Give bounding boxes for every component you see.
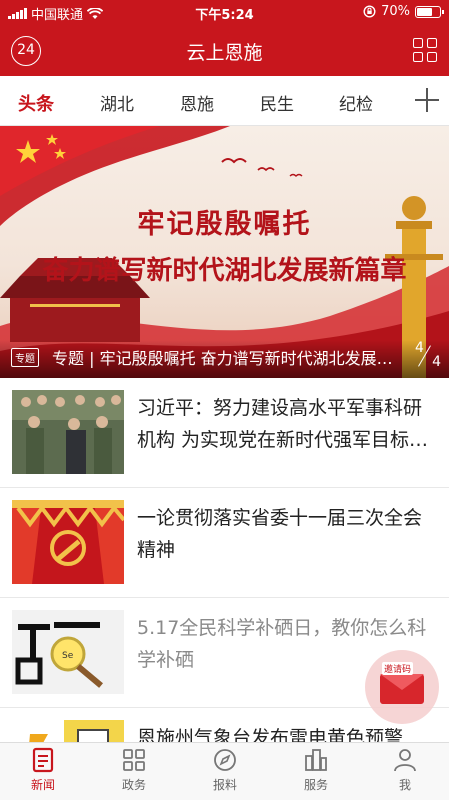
nav-services[interactable]: 服务 [281,747,351,793]
grid-apps-icon [123,749,145,771]
nav-government[interactable]: 政务 [99,747,169,793]
menu-grid-icon[interactable] [413,38,437,62]
banner-caption: 专题 | 牢记殷殷嘱托 奋力谱写新时代湖北发展新篇章 [52,349,397,368]
rotation-lock-icon [363,5,376,18]
status-bar: 中国联通 下午5:24 70% [0,0,449,26]
news-thumbnail [12,390,124,474]
envelope-icon [380,674,424,704]
bottom-nav: 新闻 政务 报料 服务 我 [0,742,449,800]
battery-percent: 70% [381,4,410,19]
news-thumbnail [12,500,124,584]
news-item[interactable]: 一论贯彻落实省委十一届三次全会精神 [0,488,449,598]
battery-icon [415,5,444,18]
news-title: 习近平：努力建设高水平军事科研机构 为实现党在新时代强军目标提供有力支撑 [137,397,429,451]
invite-label: 邀请码 [382,662,414,675]
nav-label: 服务 [303,778,328,792]
buildings-icon [305,749,327,771]
banner-pager: 4 4 [415,340,441,370]
tab-discipline[interactable]: 纪检 [339,90,373,115]
tab-headlines[interactable]: 头条 [18,90,54,116]
nav-label: 政务 [121,778,146,792]
compass-icon [214,749,236,771]
featured-banner[interactable]: 牢记殷殷嘱托 奋力谱写新时代湖北发展新篇章 专题 专题 | 牢记殷殷嘱托 奋力谱… [0,126,449,378]
svg-text:Se: Se [62,651,74,661]
nav-label: 报料 [212,778,237,792]
nav-label: 新闻 [30,778,55,792]
user-icon [394,749,416,772]
invite-code-button[interactable]: 邀请码 [365,650,439,724]
banner-headline-2: 奋力谱写新时代湖北发展新篇章 [42,256,407,286]
nav-label: 我 [398,778,411,792]
news-title: 一论贯彻落实省委十一届三次全会精神 [137,507,423,561]
news-item[interactable]: 习近平：努力建设高水平军事科研机构 为实现党在新时代强军目标提供有力支撑 [0,378,449,488]
banner-headline-1: 牢记殷殷嘱托 [137,209,312,240]
news-thumbnail: Se [12,610,124,694]
tab-hubei[interactable]: 湖北 [100,90,134,115]
nav-me[interactable]: 我 [370,747,440,793]
page-title: 云上恩施 [186,42,263,64]
app-header: 中国联通 下午5:24 70% 24 云上恩施 [0,0,449,76]
topic-tag: 专题 [11,348,39,367]
tab-enshi[interactable]: 恩施 [180,90,214,115]
news-icon [32,747,54,773]
channel-tabs: 头条 湖北 恩施 民生 纪检 [0,76,449,126]
add-channel-icon[interactable] [415,88,439,112]
nav-news[interactable]: 新闻 [8,747,78,793]
nav-report[interactable]: 报料 [190,747,260,793]
tab-livelihood[interactable]: 民生 [260,90,294,115]
